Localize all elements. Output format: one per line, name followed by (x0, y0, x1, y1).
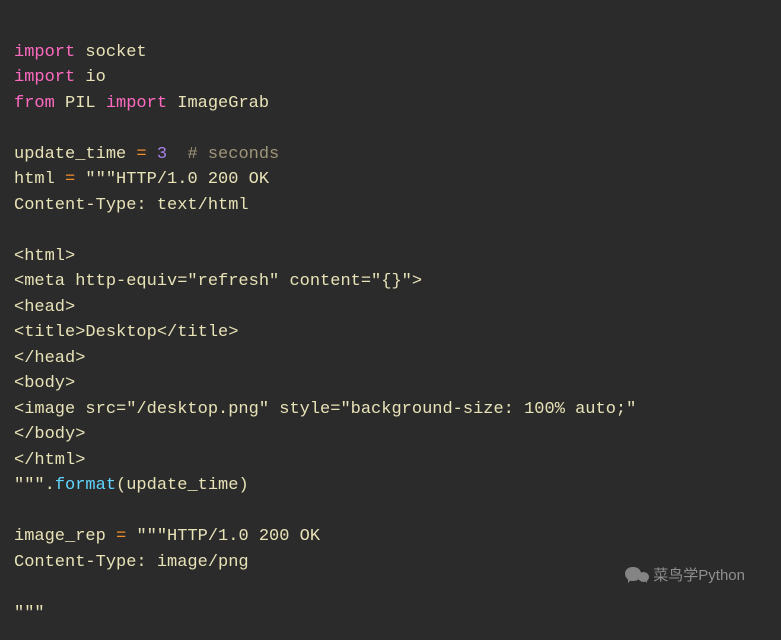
string-literal: <head> (14, 298, 75, 317)
module-name: PIL (65, 94, 96, 113)
string-literal: <html> (14, 247, 75, 266)
keyword-import: import (14, 68, 75, 87)
keyword-import: import (106, 94, 167, 113)
string-literal: <image src="/desktop.png" style="backgro… (14, 400, 636, 419)
module-name: io (85, 68, 105, 87)
keyword-from: from (14, 94, 55, 113)
string-literal: <meta http-equiv="refresh" content="{}"> (14, 272, 422, 291)
string-literal: </html> (14, 451, 85, 470)
wechat-icon (625, 565, 649, 585)
module-name: socket (85, 43, 146, 62)
dot: . (45, 476, 55, 495)
class-name: ImageGrab (177, 94, 269, 113)
operator-eq: = (116, 527, 126, 546)
code-block: import socket import io from PIL import … (0, 0, 781, 640)
keyword-import: import (14, 43, 75, 62)
operator-eq: = (136, 145, 146, 164)
string-literal: </head> (14, 349, 85, 368)
comment: # seconds (187, 145, 279, 164)
string-literal: Content-Type: text/html (14, 196, 249, 215)
paren-open: ( (116, 476, 126, 495)
string-end: """ (14, 604, 45, 623)
variable: update_time (14, 145, 126, 164)
watermark-text: 菜鸟学Python (653, 564, 745, 585)
string-literal: <body> (14, 374, 75, 393)
string-literal: </body> (14, 425, 85, 444)
variable: html (14, 170, 55, 189)
argument: update_time (126, 476, 238, 495)
string-end: """ (14, 476, 45, 495)
number-literal: 3 (157, 145, 167, 164)
string-literal: Content-Type: image/png (14, 553, 249, 572)
string-literal: """HTTP/1.0 200 OK (85, 170, 269, 189)
operator-eq: = (65, 170, 75, 189)
watermark: 菜鸟学Python (625, 564, 745, 585)
string-literal: """HTTP/1.0 200 OK (136, 527, 320, 546)
method-call: format (55, 476, 116, 495)
variable: image_rep (14, 527, 106, 546)
paren-close: ) (238, 476, 248, 495)
string-literal: <title>Desktop</title> (14, 323, 238, 342)
